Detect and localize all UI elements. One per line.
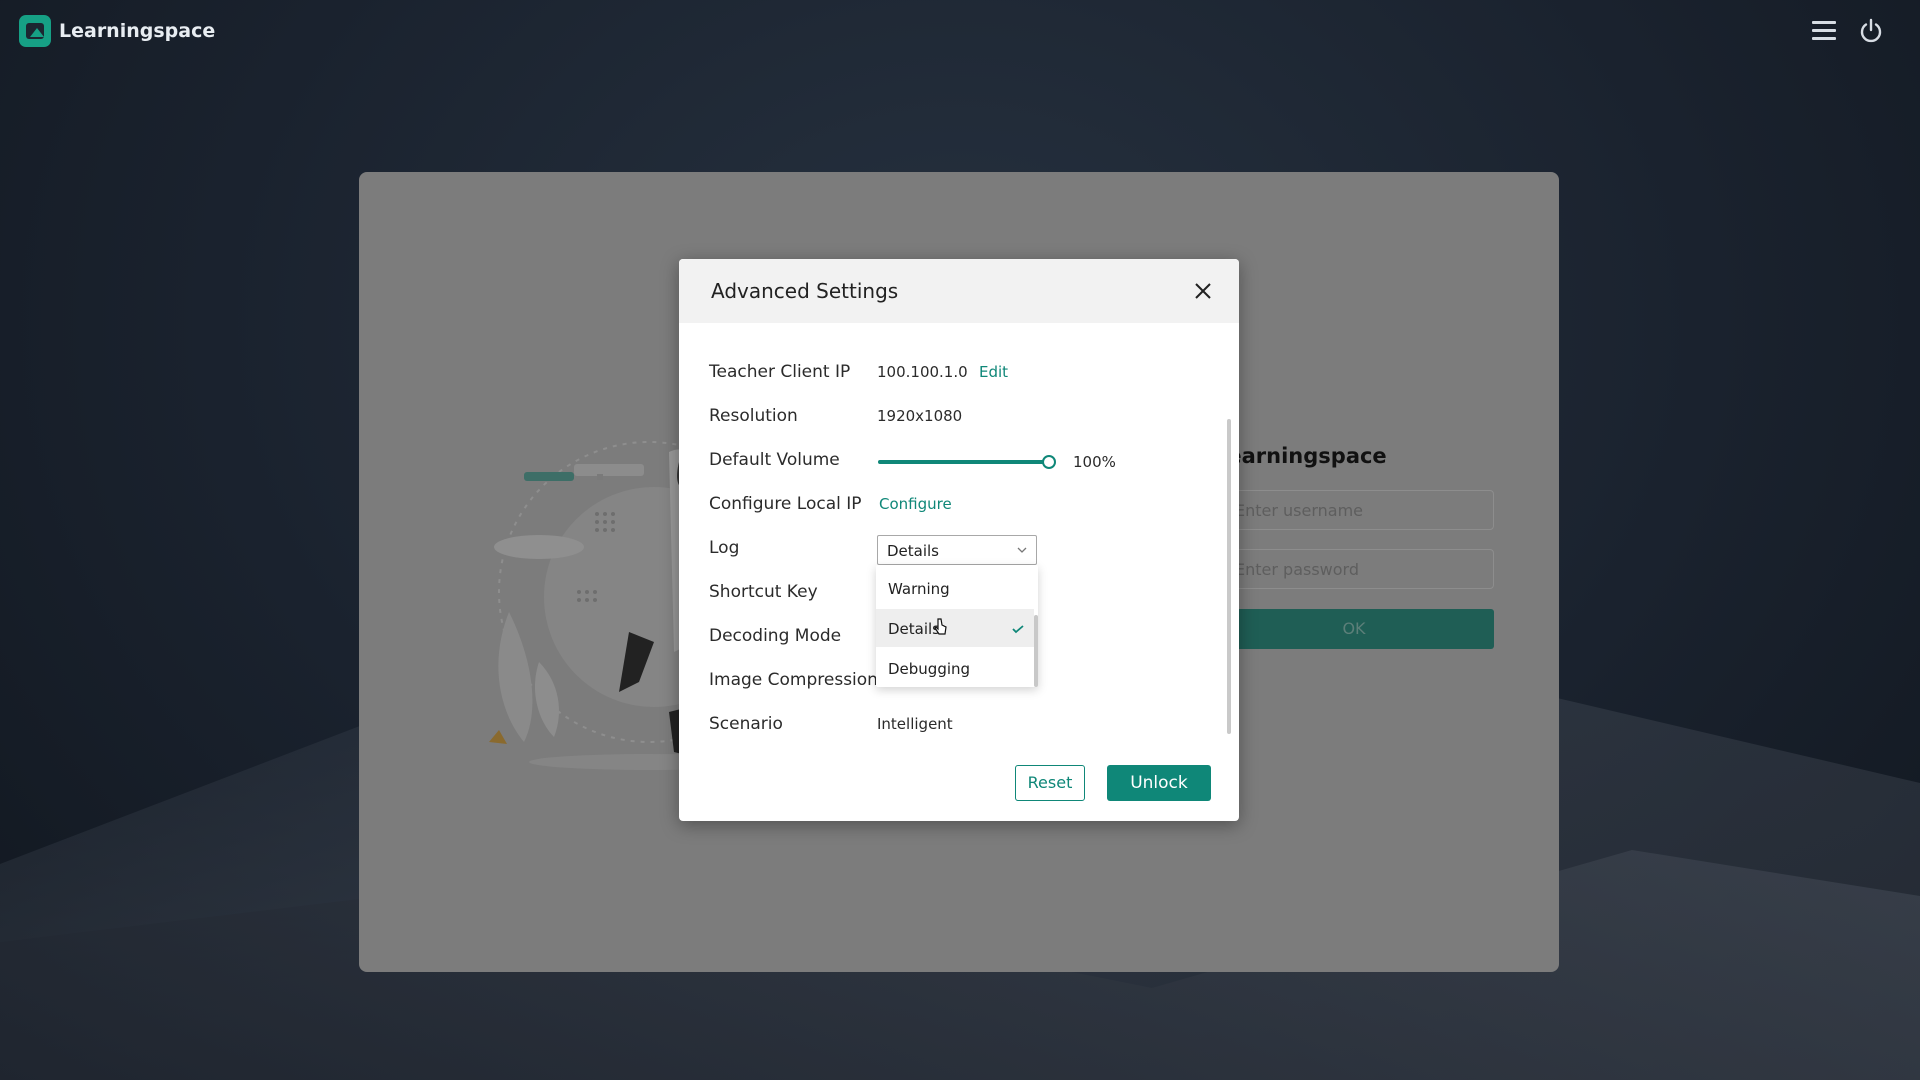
compression-label: Image Compression <box>709 670 878 690</box>
close-icon[interactable] <box>1193 281 1213 301</box>
check-icon <box>1012 625 1024 634</box>
dialog-header: Advanced Settings <box>679 259 1239 323</box>
resolution-label: Resolution <box>709 406 798 426</box>
volume-value: 100% <box>1073 453 1116 471</box>
log-option-details[interactable]: Details <box>876 609 1034 647</box>
hand-cursor-icon <box>934 618 947 635</box>
log-option-debugging[interactable]: Debugging <box>876 649 1034 687</box>
chevron-down-icon <box>1017 547 1027 553</box>
log-option-label: Details <box>888 620 941 638</box>
dialog-scrollbar[interactable] <box>1227 419 1231 734</box>
dropdown-scrollbar[interactable] <box>1034 615 1038 687</box>
log-option-warning[interactable]: Warning <box>876 569 1034 607</box>
shortcut-label: Shortcut Key <box>709 582 818 602</box>
log-select[interactable]: Details <box>877 535 1037 565</box>
username-input[interactable]: Enter username <box>1214 490 1494 530</box>
volume-label: Default Volume <box>709 450 840 470</box>
edit-ip-link[interactable]: Edit <box>979 363 1008 381</box>
reset-button[interactable]: Reset <box>1015 765 1085 801</box>
username-placeholder: Enter username <box>1235 501 1364 520</box>
power-icon[interactable] <box>1858 18 1884 44</box>
app-title: Learningspace <box>59 20 216 42</box>
advanced-settings-dialog: Advanced Settings Teacher Client IP 100.… <box>679 259 1239 821</box>
top-bar: Learningspace <box>0 0 1920 64</box>
log-dropdown-menu: Warning Details Debugging <box>876 565 1038 687</box>
teacher-ip-value: 100.100.1.0 <box>877 363 968 381</box>
password-placeholder: Enter password <box>1235 560 1359 579</box>
log-option-label: Warning <box>888 580 950 598</box>
teacher-ip-label: Teacher Client IP <box>709 362 851 382</box>
dialog-title: Advanced Settings <box>711 279 899 303</box>
log-label: Log <box>709 538 740 558</box>
app-logo-icon <box>19 15 51 47</box>
login-title: Learningspace <box>1214 444 1387 468</box>
decoding-label: Decoding Mode <box>709 626 842 646</box>
resolution-value: 1920x1080 <box>877 407 963 425</box>
scenario-value: Intelligent <box>877 715 953 733</box>
volume-slider-handle[interactable] <box>1042 455 1056 469</box>
password-input[interactable]: Enter password <box>1214 549 1494 589</box>
local-ip-label: Configure Local IP <box>709 494 862 514</box>
ok-button-label: OK <box>1342 619 1366 638</box>
unlock-button[interactable]: Unlock <box>1107 765 1211 801</box>
log-option-label: Debugging <box>888 660 971 678</box>
log-select-value: Details <box>887 542 940 560</box>
ok-button[interactable]: OK <box>1214 609 1494 649</box>
hamburger-menu-icon[interactable] <box>1812 20 1838 42</box>
configure-link[interactable]: Configure <box>879 495 952 513</box>
volume-slider[interactable] <box>878 460 1050 464</box>
scenario-label: Scenario <box>709 714 783 734</box>
